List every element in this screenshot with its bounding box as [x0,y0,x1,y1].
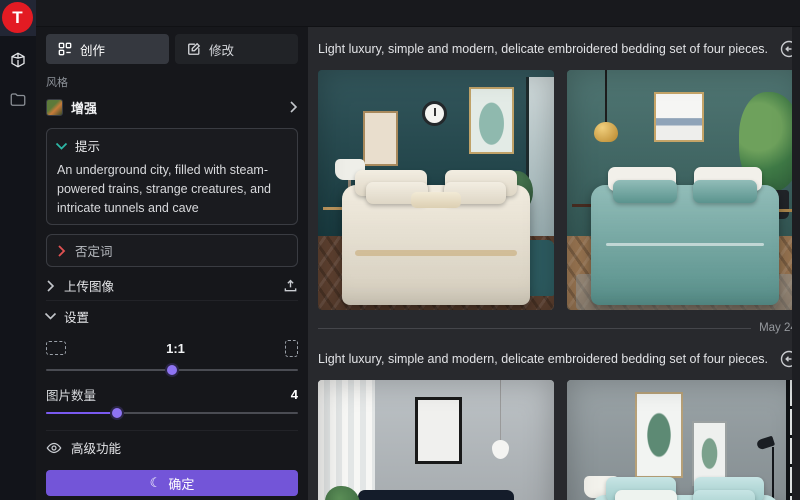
date-divider: May 24, [318,319,800,337]
app-logo[interactable]: T [2,2,33,33]
generated-image-2[interactable] [567,70,800,310]
wall-art [692,421,727,486]
image-grid-row-1 [318,70,800,310]
chevron-down-icon [57,140,66,152]
chevron-right-icon [289,101,298,113]
generated-image-3[interactable] [318,380,554,500]
cube-icon[interactable] [0,45,36,75]
chevron-right-icon [46,280,55,292]
generation-prompt-text: Light luxury, simple and modern, delicat… [318,42,768,56]
image-grid-row-2 [318,380,800,500]
upload-icon[interactable] [283,278,298,293]
pillow [613,180,677,203]
style-selector[interactable]: 增强 [46,95,298,119]
landscape-ratio-icon[interactable] [46,341,66,355]
bed [342,185,531,305]
folder-icon[interactable] [0,85,36,115]
aspect-ratio-value: 1:1 [66,341,285,356]
negative-prompt-header[interactable]: 否定词 [57,241,287,260]
pillow [693,490,755,500]
image-count-row: 图片数量 4 [46,385,298,404]
gallery-panel: Light luxury, simple and modern, delicat… [308,27,800,500]
tab-edit-label: 修改 [209,40,234,59]
pendant-lamp [500,380,501,440]
confirm-button[interactable]: ☾ 确定 [46,470,298,496]
advanced-features-row[interactable]: 高级功能 [46,430,298,464]
style-thumbnail [46,99,63,116]
settings-label: 设置 [64,307,89,326]
aspect-ratio-row: 1:1 [46,335,298,361]
left-rail: T [0,0,36,500]
prompt-label: 提示 [75,136,100,155]
prompt-input-text[interactable]: An underground city, filled with steam-p… [57,161,287,217]
slider-fill [46,412,117,414]
generation-panel: 创作 修改 风格 增强 提示 An under [36,27,308,500]
negative-prompt-label: 否定词 [75,241,113,260]
pillow [693,180,757,203]
aspect-ratio-slider[interactable] [46,363,298,377]
tab-edit[interactable]: 修改 [175,34,298,64]
eye-icon [46,440,62,456]
generated-image-1[interactable] [318,70,554,310]
floor-lamp [772,447,774,500]
curtain [318,380,375,500]
duvet-trim [355,250,517,256]
negative-prompt-box[interactable]: 否定词 [46,234,298,267]
app-window: T 创作 修改 [0,0,800,500]
confirm-button-label: 确定 [168,474,194,493]
generation-prompt-text: Light luxury, simple and modern, delicat… [318,352,768,366]
advanced-features-label: 高级功能 [71,438,121,457]
cushion [411,192,460,208]
chevron-down-icon [46,310,55,322]
wall-art [654,92,704,142]
upload-image-row[interactable]: 上传图像 [46,271,298,301]
tab-create[interactable]: 创作 [46,34,169,64]
generated-image-4[interactable] [567,380,800,500]
moon-sparkle-icon: ☾ [150,475,162,491]
grid-icon [58,42,72,56]
generation-header: Light luxury, simple and modern, delicat… [318,337,800,380]
image-count-value: 4 [291,387,298,402]
duvet-trim [606,243,765,246]
wall-art [415,397,462,464]
pillow [615,490,677,500]
headboard [358,490,514,500]
chevron-right-icon [57,245,66,257]
portrait-ratio-icon[interactable] [285,340,298,357]
image-count-slider[interactable] [46,406,298,420]
slider-handle[interactable] [167,365,177,375]
tab-create-label: 创作 [80,40,105,59]
divider-line [318,328,751,329]
top-bar [0,0,800,27]
style-section-label: 风格 [46,74,298,90]
scrollbar[interactable] [792,27,800,500]
settings-header-row[interactable]: 设置 [46,301,298,331]
mode-tabs: 创作 修改 [46,34,298,64]
bed [591,185,780,305]
edit-icon [187,42,201,56]
wall-art [635,392,682,478]
wall-clock [422,101,447,126]
wall-art [363,111,398,166]
image-count-label: 图片数量 [46,385,96,404]
prompt-box[interactable]: 提示 An underground city, filled with stea… [46,128,298,225]
wall-art [469,87,514,154]
prompt-header[interactable]: 提示 [57,136,287,155]
pendant-lamp [605,70,607,122]
upload-image-label: 上传图像 [64,276,114,295]
bed [591,495,780,500]
slider-handle[interactable] [112,408,122,418]
style-value: 增强 [71,98,281,117]
generation-header: Light luxury, simple and modern, delicat… [318,27,800,70]
